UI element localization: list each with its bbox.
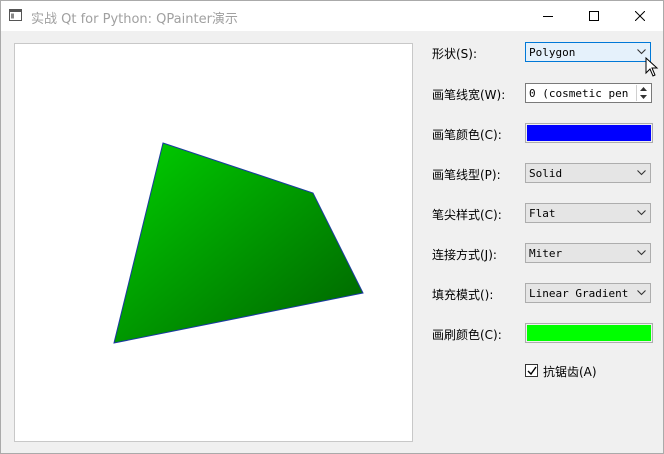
shape-label: 形状(S): xyxy=(432,47,478,61)
chevron-down-icon xyxy=(637,170,646,176)
render-area xyxy=(14,43,413,442)
pen-style-value: Solid xyxy=(529,167,563,180)
pen-color-swatch xyxy=(527,125,651,141)
pen-join-combobox[interactable]: Miter xyxy=(525,243,651,263)
app-window-icon xyxy=(9,9,22,21)
pen-width-label: 画笔线宽(W): xyxy=(432,88,506,102)
chevron-down-icon xyxy=(637,49,646,55)
close-icon xyxy=(635,11,645,21)
checkmark-icon xyxy=(527,366,537,376)
pen-cap-label: 笔尖样式(C): xyxy=(432,208,502,222)
maximize-button[interactable] xyxy=(571,1,617,31)
spin-down-icon[interactable] xyxy=(637,93,650,101)
chevron-down-icon xyxy=(637,250,646,256)
maximize-icon xyxy=(589,11,599,21)
window-title: 实战 Qt for Python: QPainter演示 xyxy=(31,12,238,27)
pen-style-combobox[interactable]: Solid xyxy=(525,163,651,183)
shape-value: Polygon xyxy=(529,46,576,59)
brush-color-button[interactable] xyxy=(525,323,653,343)
brush-color-swatch xyxy=(527,325,651,341)
brush-color-label: 画刷颜色(C): xyxy=(432,328,502,342)
spin-buttons[interactable] xyxy=(636,85,650,101)
close-button[interactable] xyxy=(617,1,663,31)
pen-color-button[interactable] xyxy=(525,123,653,143)
polygon-shape xyxy=(113,142,364,344)
pen-join-label: 连接方式(J): xyxy=(432,248,497,262)
mouse-cursor-icon xyxy=(645,57,659,77)
pen-cap-value: Flat xyxy=(529,207,556,220)
pen-width-spinbox[interactable]: 0 (cosmetic pen xyxy=(525,83,652,103)
chevron-down-icon xyxy=(637,290,646,296)
shape-combobox[interactable]: Polygon xyxy=(525,42,651,62)
antialias-label[interactable]: 抗锯齿(A) xyxy=(543,363,597,380)
fill-mode-combobox[interactable]: Linear Gradient xyxy=(525,283,651,303)
pen-join-value: Miter xyxy=(529,247,563,260)
antialias-checkbox[interactable] xyxy=(525,364,538,377)
fill-mode-label: 填充模式(): xyxy=(432,288,494,302)
spin-up-icon[interactable] xyxy=(637,85,650,93)
minimize-button[interactable] xyxy=(525,1,571,31)
pen-width-value: 0 (cosmetic pen xyxy=(529,87,629,100)
minimize-icon xyxy=(543,16,553,17)
polygon-drawing xyxy=(113,142,364,344)
chevron-down-icon xyxy=(637,210,646,216)
title-bar[interactable]: 实战 Qt for Python: QPainter演示 xyxy=(1,1,663,31)
pen-cap-combobox[interactable]: Flat xyxy=(525,203,651,223)
pen-style-label: 画笔线型(P): xyxy=(432,168,501,182)
fill-mode-value: Linear Gradient xyxy=(529,287,629,300)
main-window: 实战 Qt for Python: QPainter演示 形状(S): Poly… xyxy=(0,0,664,454)
pen-color-label: 画笔颜色(C): xyxy=(432,128,502,142)
